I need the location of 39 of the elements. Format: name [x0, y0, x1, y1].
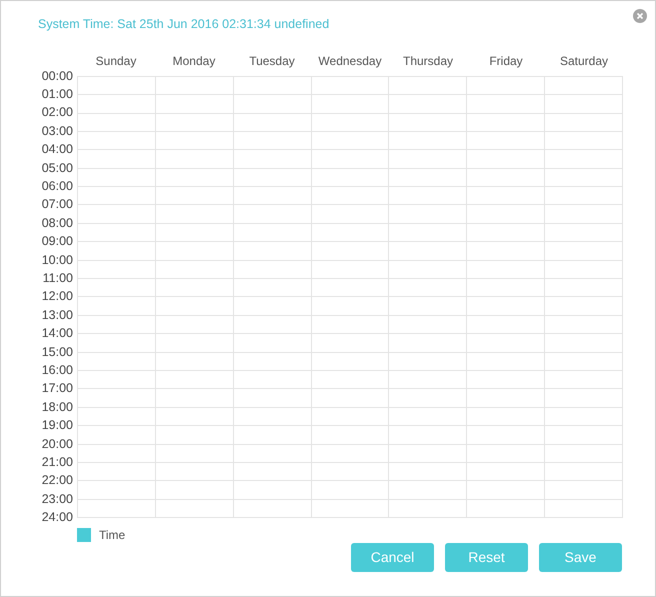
hour-label: 04:00: [42, 143, 73, 156]
hour-label: 19:00: [42, 419, 73, 432]
hour-label: 23:00: [42, 492, 73, 506]
close-icon[interactable]: [633, 9, 647, 23]
hour-label: 06:00: [42, 180, 73, 193]
hour-label: 17:00: [42, 382, 73, 395]
day-heading: Saturday: [560, 52, 608, 70]
hour-label: 09:00: [42, 235, 73, 248]
hour-label: 18:00: [42, 400, 73, 414]
hour-label: 14:00: [42, 327, 73, 340]
hour-label: 07:00: [42, 198, 73, 211]
day-heading: Monday: [172, 52, 216, 70]
hour-label: 22:00: [42, 474, 73, 487]
schedule-grid[interactable]: [77, 76, 623, 518]
action-button[interactable]: Save: [539, 542, 622, 572]
day-heading: Wednesday: [318, 52, 382, 70]
hour-label: 05:00: [42, 162, 73, 174]
hour-label: 20:00: [42, 438, 73, 450]
day-heading: Sunday: [96, 52, 136, 70]
hour-label: 24:00: [42, 511, 73, 524]
hour-label: 21:00: [42, 456, 73, 468]
hour-label: 11:00: [42, 272, 73, 284]
day-heading: Friday: [489, 52, 523, 70]
action-button[interactable]: Reset: [445, 542, 528, 572]
day-heading: Tuesday: [249, 52, 295, 70]
hour-label: 02:00: [42, 106, 73, 119]
hour-label: 12:00: [42, 290, 73, 303]
action-button[interactable]: Cancel: [351, 542, 434, 572]
hour-label: 15:00: [42, 346, 73, 358]
hour-label: 00:00: [42, 70, 73, 82]
legend-label: Time: [99, 526, 126, 544]
hour-label: 13:00: [42, 308, 73, 322]
hour-label: 03:00: [42, 124, 73, 138]
hour-label: 08:00: [42, 216, 73, 230]
system-time: System Time: Sat 25th Jun 2016 02:31:34 undefined: [38, 16, 330, 33]
day-heading: Thursday: [402, 52, 454, 70]
hour-label: 16:00: [42, 364, 73, 376]
hour-label: 10:00: [42, 254, 73, 266]
hour-label: 01:00: [42, 88, 73, 101]
